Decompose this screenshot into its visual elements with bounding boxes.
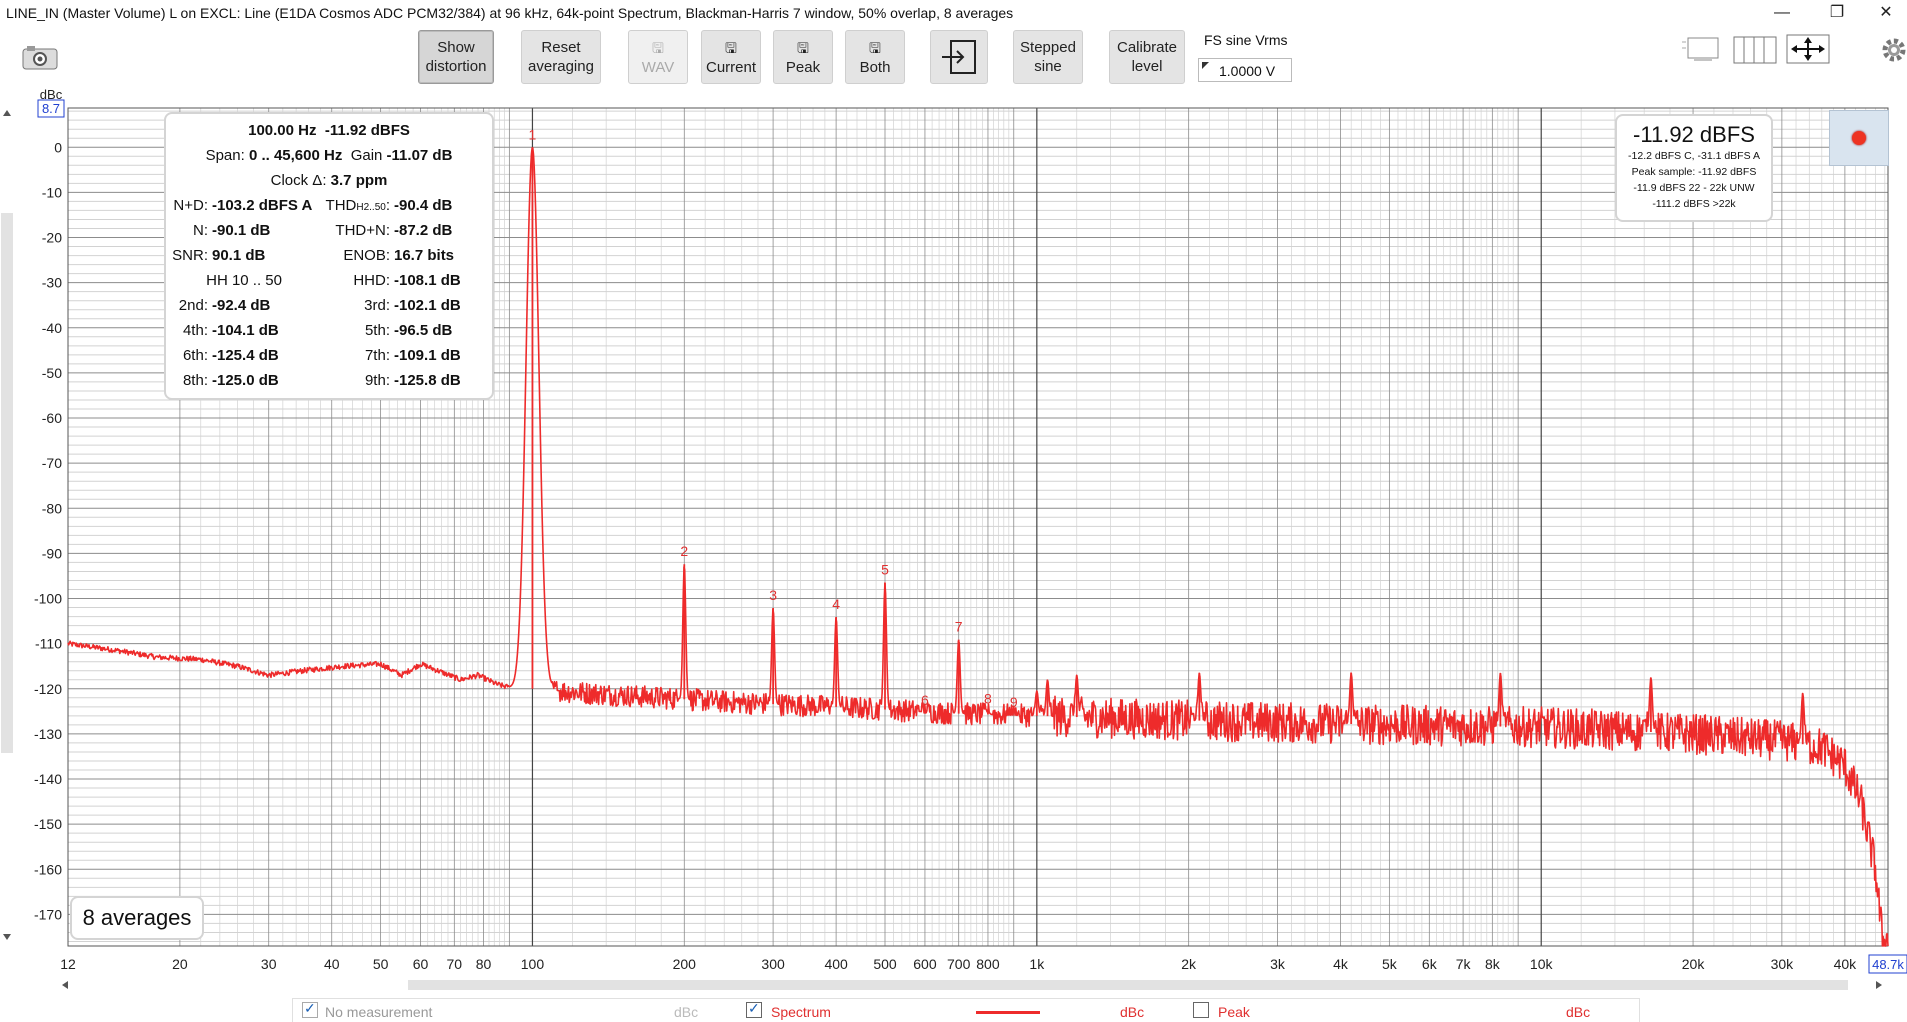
stats-row-nd: N+D: -103.2 dBFS A THDH2..50: -90.4 dB (173, 197, 453, 214)
harmonic-marker-label: 1 (529, 126, 537, 142)
x-tick-label: 10k (1530, 956, 1554, 972)
x-tick-label: 200 (673, 956, 697, 972)
y-tick-label: -170 (34, 906, 62, 922)
record-dot-icon (1852, 131, 1866, 145)
x-tick-label: 500 (873, 956, 897, 972)
y-tick-label: -30 (42, 275, 62, 291)
level-above-22k: -111.2 dBFS >22k (1652, 198, 1736, 210)
y-tick-label: -60 (42, 410, 62, 426)
x-tick-label: 20k (1682, 956, 1706, 972)
horizontal-scrollbar[interactable] (62, 978, 1882, 992)
peak-checkbox[interactable] (1193, 1002, 1209, 1018)
x-tick-label: 2k (1181, 956, 1197, 972)
peak-unit: dBc (1566, 1004, 1591, 1020)
x-tick-label: 300 (761, 956, 785, 972)
stats-row-snr: SNR: 90.1 dB ENOB: 16.7 bits (172, 247, 455, 264)
level-weighted: -12.2 dBFS C, -31.1 dBFS A (1628, 150, 1760, 162)
y-tick-label: -50 (42, 365, 62, 381)
no-measurement-unit: dBc (674, 1004, 699, 1020)
x-tick-label: 700 (947, 956, 971, 972)
x-tick-label: 8k (1485, 956, 1501, 972)
x-tick-label: 600 (913, 956, 937, 972)
y-axis-ticks: 0 -10 -20 -30 -40 -50 -60 -70 -80 -90 -100 -110 -120… (34, 139, 62, 922)
y-tick-label: -70 (42, 455, 62, 471)
harmonic-marker-label: 8 (984, 690, 992, 706)
legend-bar: No measurement dBc Spectrum dBc Peak dBc (0, 998, 1907, 1022)
y-tick-label: -140 (34, 771, 62, 787)
x-tick-label: 12 (60, 956, 76, 972)
stats-row-h6h7: 6th: -125.4 dB 7th: -109.1 dB (182, 347, 461, 364)
y-tick-label: -150 (34, 816, 62, 832)
stats-span-row: Span: 0 .. 45,600 Hz Gain -11.07 dB (205, 147, 453, 164)
harmonic-marker-label: 6 (921, 692, 929, 708)
stats-header: 100.00 Hz -11.92 dBFS (248, 122, 410, 139)
harmonic-marker-label: 5 (881, 562, 889, 578)
averages-badge: 8 averages (70, 896, 204, 940)
y-max-box[interactable]: 8.7 (37, 99, 65, 118)
y-tick-label: -120 (34, 681, 62, 697)
y-tick-label: -130 (34, 726, 62, 742)
y-tick-label: -20 (42, 230, 62, 246)
stats-row-hh: HH 10 .. 50 HHD: -108.1 dB (206, 272, 461, 289)
level-main-value: -11.92 dBFS (1633, 122, 1755, 147)
x-tick-label: 30k (1771, 956, 1795, 972)
y-tick-label: -80 (42, 500, 62, 516)
spectrum-line-swatch (976, 1011, 1040, 1014)
spectrum-unit: dBc (1120, 1004, 1145, 1020)
stats-row-h8h9: 8th: -125.0 dB 9th: -125.8 dB (182, 372, 461, 389)
x-tick-label: 3k (1270, 956, 1286, 972)
level-unweighted: -11.9 dBFS 22 - 22k UNW (1633, 182, 1755, 194)
y-max-value: 8.7 (42, 101, 60, 116)
vertical-scrollbar[interactable] (0, 110, 14, 940)
x-tick-label: 40k (1834, 956, 1858, 972)
level-readout-panel: -11.92 dBFS -12.2 dBFS C, -31.1 dBFS A P… (1615, 114, 1773, 222)
harmonic-marker-label: 9 (1010, 694, 1018, 710)
y-tick-label: -160 (34, 861, 62, 877)
stats-row-n: N: -90.1 dB THD+N: -87.2 dB (193, 222, 453, 239)
stats-row-h4h5: 4th: -104.1 dB 5th: -96.5 dB (182, 322, 453, 339)
spectrum-label: Spectrum (771, 1004, 831, 1020)
stats-row-h2h3: 2nd: -92.4 dB 3rd: -102.1 dB (178, 297, 461, 314)
x-tick-label: 30 (261, 956, 277, 972)
y-tick-label: -40 (42, 320, 62, 336)
x-tick-label: 60 (413, 956, 429, 972)
harmonic-marker-label: 2 (680, 543, 688, 559)
peak-label: Peak (1218, 1004, 1250, 1020)
x-tick-label: 400 (824, 956, 848, 972)
x-tick-label: 100 (521, 956, 545, 972)
x-max-box[interactable]: 48.7k (1868, 954, 1907, 974)
harmonic-marker-label: 7 (955, 619, 963, 635)
x-tick-label: 800 (976, 956, 1000, 972)
x-tick-label: 70 (447, 956, 463, 972)
record-button[interactable] (1829, 110, 1889, 166)
y-tick-label: -10 (42, 184, 62, 200)
x-tick-label: 80 (476, 956, 492, 972)
x-tick-label: 40 (324, 956, 340, 972)
x-tick-label: 6k (1422, 956, 1438, 972)
y-tick-label: -110 (35, 636, 62, 652)
x-axis-ticks: 12 20 30 40 50 60 70 80 100 200 300 400 500 600 700 800… (60, 956, 1857, 972)
x-tick-label: 7k (1456, 956, 1472, 972)
harmonic-marker-label: 4 (832, 596, 840, 612)
x-tick-label: 4k (1333, 956, 1349, 972)
x-tick-label: 5k (1382, 956, 1398, 972)
x-tick-label: 1k (1029, 956, 1045, 972)
x-tick-label: 20 (172, 956, 188, 972)
stats-clock-row: Clock Δ: 3.7 ppm (270, 172, 388, 189)
harmonic-marker-label: 3 (769, 587, 777, 603)
y-tick-label: -100 (34, 591, 62, 607)
level-peak-sample: Peak sample: -11.92 dBFS (1631, 166, 1757, 178)
distortion-stats-panel: 100.00 Hz -11.92 dBFS Span: 0 .. 45,600 … (164, 112, 494, 400)
y-tick-label: -90 (42, 545, 62, 561)
y-tick-label: 0 (54, 139, 62, 155)
x-tick-label: 50 (373, 956, 389, 972)
spectrum-checkbox[interactable] (746, 1000, 762, 1018)
x-max-value: 48.7k (1872, 957, 1904, 972)
no-measurement-checkbox[interactable] (302, 1000, 318, 1018)
no-measurement-label: No measurement (325, 1004, 433, 1020)
